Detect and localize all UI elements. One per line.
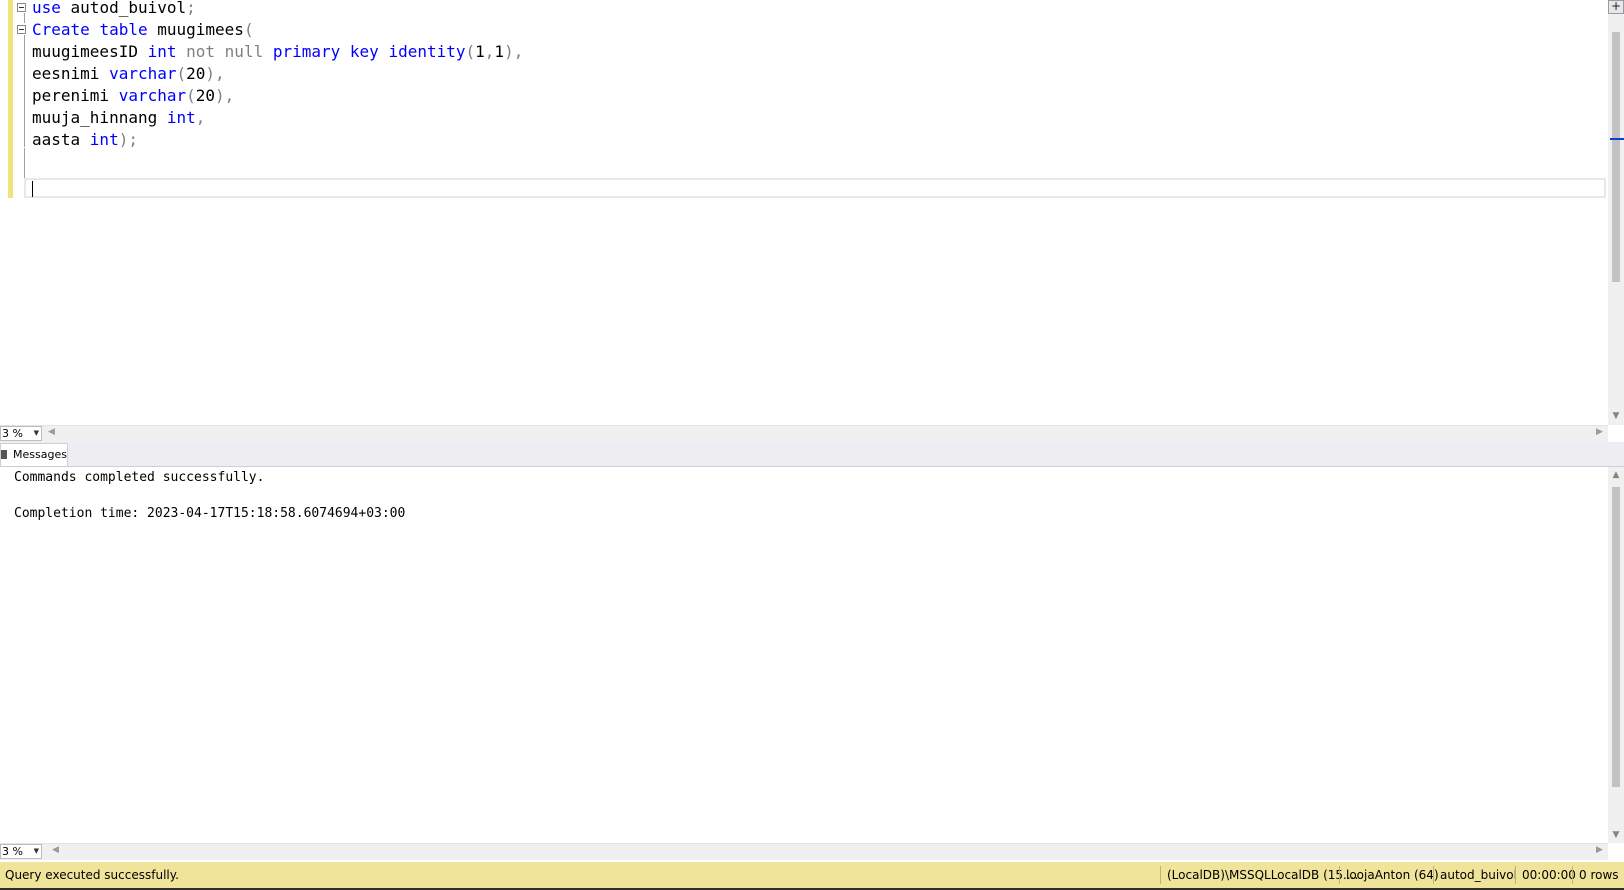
editor-horizontal-scrollbar[interactable]: 3 % ▼ ◀ ▶: [0, 425, 1608, 442]
sql-punctuation: ),: [504, 42, 524, 61]
sql-identifier: autod_buivol: [60, 0, 187, 17]
text-caret: [32, 181, 33, 197]
sql-identifier: 20: [186, 64, 206, 83]
sql-identifier: 1: [475, 42, 485, 61]
caret-position-marker: [1610, 138, 1624, 140]
sql-keyword: varchar: [109, 64, 177, 83]
results-zoom-select[interactable]: 3 % ▼: [0, 844, 42, 859]
tab-messages-label: Messages: [13, 448, 67, 461]
sql-punctuation: ,: [484, 42, 495, 61]
sql-keyword: primary key identity: [272, 42, 466, 61]
chevron-down-icon: ▼: [33, 847, 39, 855]
scroll-down-arrow-icon[interactable]: ▼: [1608, 830, 1624, 840]
query-editor[interactable]: use autod_buivol; Create table muugimees(…: [0, 0, 1624, 442]
sql-punctuation: (: [243, 20, 254, 39]
sql-identifier: [177, 42, 187, 61]
editor-scroll-thumb[interactable]: [1612, 32, 1620, 282]
sql-identifier: eesnimi: [32, 64, 110, 83]
sql-punctuation: not null: [186, 42, 264, 61]
sql-punctuation: (: [465, 42, 476, 61]
results-tab-strip: Messages: [0, 442, 1624, 467]
scroll-right-arrow-icon[interactable]: ▶: [1596, 845, 1603, 855]
status-database: autod_buivol: [1433, 866, 1517, 884]
sql-punctuation: (: [176, 64, 187, 83]
sql-keyword: use: [32, 0, 61, 17]
sql-keyword: table: [99, 20, 148, 39]
changed-lines-marker: [8, 0, 13, 198]
sql-identifier: 1: [494, 42, 505, 61]
current-line-highlight: [24, 178, 1606, 198]
status-elapsed-time: 00:00:00: [1515, 866, 1576, 884]
messages-icon: [1, 450, 7, 459]
query-status-bar: Query executed successfully. (LocalDB)\M…: [0, 862, 1624, 888]
fold-guide: [24, 13, 25, 23]
sql-identifier: perenimi: [32, 86, 119, 105]
status-user: loojaAnton (64): [1339, 866, 1439, 884]
messages-pane[interactable]: Commands completed successfully. Complet…: [0, 467, 1608, 843]
scroll-down-arrow-icon[interactable]: ▼: [1608, 411, 1624, 421]
sql-keyword: int: [147, 42, 177, 61]
code-line[interactable]: use autod_buivol;: [32, 0, 196, 19]
messages-horizontal-scrollbar[interactable]: 3 % ▼ ◀ ▶: [0, 843, 1608, 860]
code-line[interactable]: Create table muugimees(: [32, 19, 254, 41]
sql-punctuation: ,: [195, 108, 206, 127]
status-message: Query executed successfully.: [5, 868, 179, 882]
sql-identifier: [263, 42, 273, 61]
sql-keyword: varchar: [118, 86, 187, 105]
fold-guide: [24, 35, 25, 147]
code-line[interactable]: muuja_hinnang int,: [32, 107, 205, 129]
sql-identifier: muugimees: [147, 20, 244, 39]
messages-vertical-scrollbar[interactable]: ▲ ▼: [1608, 467, 1624, 843]
collapse-use-block-icon[interactable]: [17, 3, 26, 12]
message-line: Commands completed successfully.: [14, 470, 265, 485]
sql-keyword: Create: [32, 20, 90, 39]
code-line[interactable]: eesnimi varchar(20),: [32, 63, 225, 85]
sql-keyword: int: [166, 108, 196, 127]
scroll-left-arrow-icon[interactable]: ◀: [48, 427, 55, 437]
results-zoom-value: 3 %: [2, 845, 23, 858]
scroll-right-arrow-icon[interactable]: ▶: [1596, 427, 1603, 437]
scroll-up-arrow-icon[interactable]: ▲: [1608, 470, 1624, 480]
code-line[interactable]: muugimeesID int not null primary key ide…: [32, 41, 523, 63]
editor-zoom-select[interactable]: 3 % ▼: [0, 426, 42, 441]
sql-identifier: [90, 20, 100, 39]
chevron-down-icon: ▼: [33, 429, 39, 437]
sql-punctuation: ),: [205, 64, 225, 83]
sql-punctuation: ),: [215, 86, 235, 105]
sql-identifier: muugimeesID: [32, 42, 148, 61]
editor-vertical-scrollbar[interactable]: + ▼: [1608, 0, 1624, 425]
messages-scroll-thumb[interactable]: [1612, 487, 1620, 787]
sql-identifier: muuja_hinnang: [32, 108, 167, 127]
sql-identifier: aasta: [32, 130, 90, 149]
sql-punctuation: (: [186, 86, 196, 105]
collapse-create-block-icon[interactable]: [17, 25, 26, 34]
code-line[interactable]: perenimi varchar(20),: [32, 85, 234, 107]
scroll-left-arrow-icon[interactable]: ◀: [52, 845, 59, 855]
editor-zoom-value: 3 %: [2, 427, 23, 440]
message-line: Completion time: 2023-04-17T15:18:58.607…: [14, 506, 406, 521]
tab-messages[interactable]: Messages: [0, 443, 68, 466]
code-line[interactable]: aasta int);: [32, 129, 138, 151]
split-editor-button[interactable]: +: [1608, 0, 1624, 14]
sql-keyword: int: [89, 130, 119, 149]
sql-identifier: 20: [195, 86, 216, 105]
sql-punctuation: );: [118, 130, 138, 149]
status-row-count: 0 rows: [1572, 866, 1619, 884]
sql-punctuation: ;: [186, 0, 196, 17]
status-server: (LocalDB)\MSSQLLocalDB (15....: [1160, 866, 1358, 884]
